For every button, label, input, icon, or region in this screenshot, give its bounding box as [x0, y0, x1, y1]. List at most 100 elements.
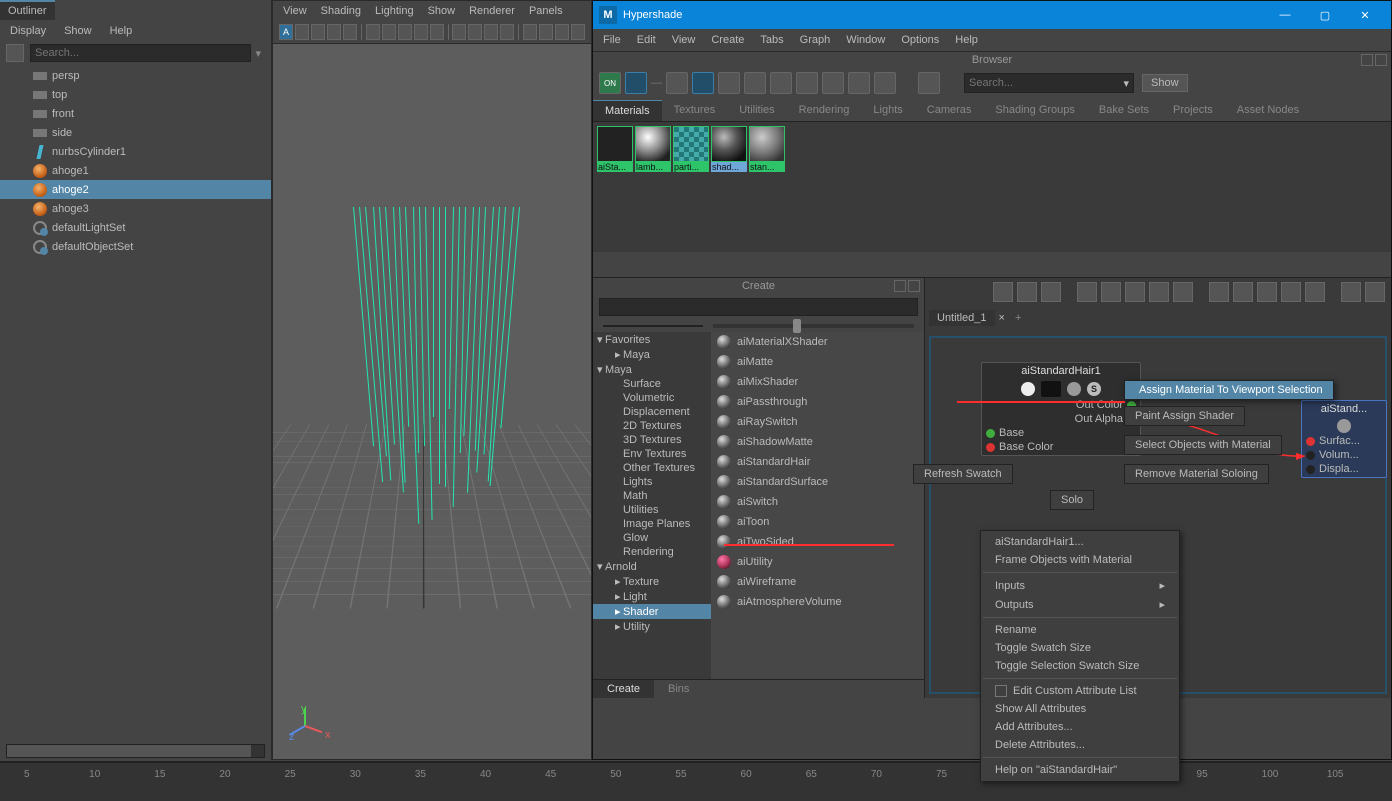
create-node-aiWireframe[interactable]: aiWireframe: [711, 572, 924, 592]
create-category-2d-textures[interactable]: 2D Textures: [593, 419, 711, 433]
create-category-image-planes[interactable]: Image Planes: [593, 517, 711, 531]
outliner-item-ahoge3[interactable]: ahoge3: [0, 199, 271, 218]
create-category-favorites[interactable]: ▾Favorites: [593, 332, 711, 347]
graph-tool-icon[interactable]: [1209, 282, 1229, 302]
browser-close-icon[interactable]: [1375, 54, 1387, 66]
viewport-menu-view[interactable]: View: [283, 5, 307, 17]
create-tab-create[interactable]: Create: [593, 680, 654, 698]
graph-tool-icon[interactable]: [1077, 282, 1097, 302]
viewport-menu-renderer[interactable]: Renderer: [469, 5, 515, 17]
window-close-button[interactable]: ✕: [1345, 1, 1385, 29]
graph-tab-close-icon[interactable]: ×: [995, 312, 1009, 324]
hs-menu-graph[interactable]: Graph: [800, 34, 831, 46]
create-popout-icon[interactable]: [894, 280, 906, 292]
viewport-tool-icon[interactable]: [327, 24, 341, 40]
browser-tab-utilities[interactable]: Utilities: [727, 100, 786, 121]
viewport-tool-icon[interactable]: [295, 24, 309, 40]
context-item[interactable]: Help on "aiStandardHair": [981, 761, 1179, 779]
outliner-search-input[interactable]: [30, 44, 251, 62]
create-category-lights[interactable]: Lights: [593, 475, 711, 489]
create-category-glow[interactable]: Glow: [593, 531, 711, 545]
browser-tool-icon[interactable]: [625, 72, 647, 94]
context-item-remove-soloing[interactable]: Remove Material Soloing: [1124, 464, 1269, 484]
create-category-math[interactable]: Math: [593, 489, 711, 503]
outliner-item-defaultLightSet[interactable]: defaultLightSet: [0, 218, 271, 237]
create-category-rendering[interactable]: Rendering: [593, 545, 711, 559]
create-node-aiToon[interactable]: aiToon: [711, 512, 924, 532]
viewport-tool-icon[interactable]: [555, 24, 569, 40]
context-item[interactable]: Toggle Selection Swatch Size: [981, 657, 1179, 675]
material-swatch[interactable]: shad...: [711, 126, 747, 172]
browser-tab-cameras[interactable]: Cameras: [915, 100, 984, 121]
node-swatch-icon[interactable]: [1041, 381, 1061, 397]
outliner-item-front[interactable]: front: [0, 104, 271, 123]
outliner-item-nurbsCylinder1[interactable]: nurbsCylinder1: [0, 142, 271, 161]
create-tab-bins[interactable]: Bins: [654, 680, 703, 698]
create-node-aiMaterialXShader[interactable]: aiMaterialXShader: [711, 332, 924, 352]
create-category-shader[interactable]: ▸Shader: [593, 604, 711, 619]
outliner-item-ahoge2[interactable]: ahoge2: [0, 180, 271, 199]
outliner-hscrollbar[interactable]: [6, 744, 265, 758]
outliner-search-dropdown-icon[interactable]: ▾: [251, 47, 265, 60]
browser-tool-icon[interactable]: [848, 72, 870, 94]
viewport-tool-icon[interactable]: [571, 24, 585, 40]
outliner-item-defaultObjectSet[interactable]: defaultObjectSet: [0, 237, 271, 256]
create-category-utilities[interactable]: Utilities: [593, 503, 711, 517]
browser-tab-rendering[interactable]: Rendering: [787, 100, 862, 121]
browser-tab-bake-sets[interactable]: Bake Sets: [1087, 100, 1161, 121]
window-maximize-button[interactable]: ▢: [1305, 1, 1345, 29]
create-node-aiAtmosphereVolume[interactable]: aiAtmosphereVolume: [711, 592, 924, 612]
create-node-aiMixShader[interactable]: aiMixShader: [711, 372, 924, 392]
create-category-other-textures[interactable]: Other Textures: [593, 461, 711, 475]
viewport-menu-show[interactable]: Show: [428, 5, 456, 17]
create-node-aiTwoSided[interactable]: aiTwoSided: [711, 532, 924, 552]
context-item[interactable]: Add Attributes...: [981, 718, 1179, 736]
create-category-volumetric[interactable]: Volumetric: [593, 391, 711, 405]
hs-menu-edit[interactable]: Edit: [637, 34, 656, 46]
context-item[interactable]: Toggle Swatch Size: [981, 639, 1179, 657]
browser-tab-materials[interactable]: Materials: [593, 100, 662, 121]
outliner-menu-help[interactable]: Help: [110, 25, 133, 37]
viewport-menu-shading[interactable]: Shading: [321, 5, 361, 17]
tooltip-refresh-swatch[interactable]: Refresh Swatch: [913, 464, 1013, 484]
graph-tool-icon[interactable]: [1101, 282, 1121, 302]
viewport-tool-icon[interactable]: [398, 24, 412, 40]
viewport-menu-lighting[interactable]: Lighting: [375, 5, 414, 17]
window-minimize-button[interactable]: —: [1265, 1, 1305, 29]
hs-menu-window[interactable]: Window: [846, 34, 885, 46]
hs-menu-view[interactable]: View: [672, 34, 696, 46]
outliner-pick-icon[interactable]: [6, 44, 24, 62]
create-category-displacement[interactable]: Displacement: [593, 405, 711, 419]
material-swatch[interactable]: stan...: [749, 126, 785, 172]
viewport-tool-icon[interactable]: [366, 24, 380, 40]
graph-tool-icon[interactable]: [1257, 282, 1277, 302]
outliner-menu-display[interactable]: Display: [10, 25, 46, 37]
hs-menu-create[interactable]: Create: [711, 34, 744, 46]
context-item[interactable]: Frame Objects with Material: [981, 551, 1179, 569]
create-node-aiUtility[interactable]: aiUtility: [711, 552, 924, 572]
graph-node-target[interactable]: aiStand... Surfac... Volum... Displa...: [1301, 400, 1387, 478]
create-node-aiShadowMatte[interactable]: aiShadowMatte: [711, 432, 924, 452]
create-category-texture[interactable]: ▸Texture: [593, 574, 711, 589]
hypershade-titlebar[interactable]: M Hypershade — ▢ ✕: [593, 1, 1391, 29]
outliner-tab[interactable]: Outliner: [0, 0, 55, 20]
create-category-3d-textures[interactable]: 3D Textures: [593, 433, 711, 447]
viewport-menu-panels[interactable]: Panels: [529, 5, 563, 17]
create-category-light[interactable]: ▸Light: [593, 589, 711, 604]
node-input-port[interactable]: [986, 429, 995, 438]
browser-tool-icon[interactable]: [770, 72, 792, 94]
node-socket-icon[interactable]: S: [1087, 382, 1101, 396]
graph-tool-icon[interactable]: [1281, 282, 1301, 302]
browser-sort-icon[interactable]: [796, 72, 818, 94]
material-swatch[interactable]: lamb...: [635, 126, 671, 172]
create-close-icon[interactable]: [908, 280, 920, 292]
viewport-canvas[interactable]: y x z: [273, 47, 591, 759]
outliner-item-side[interactable]: side: [0, 123, 271, 142]
graph-tab-add-icon[interactable]: +: [1009, 312, 1027, 324]
outliner-item-persp[interactable]: persp: [0, 66, 271, 85]
context-item[interactable]: Delete Attributes...: [981, 736, 1179, 754]
create-node-aiSwitch[interactable]: aiSwitch: [711, 492, 924, 512]
viewport-tool-icon[interactable]: [414, 24, 428, 40]
browser-tool-icon[interactable]: [874, 72, 896, 94]
node-input-port[interactable]: [986, 443, 995, 452]
